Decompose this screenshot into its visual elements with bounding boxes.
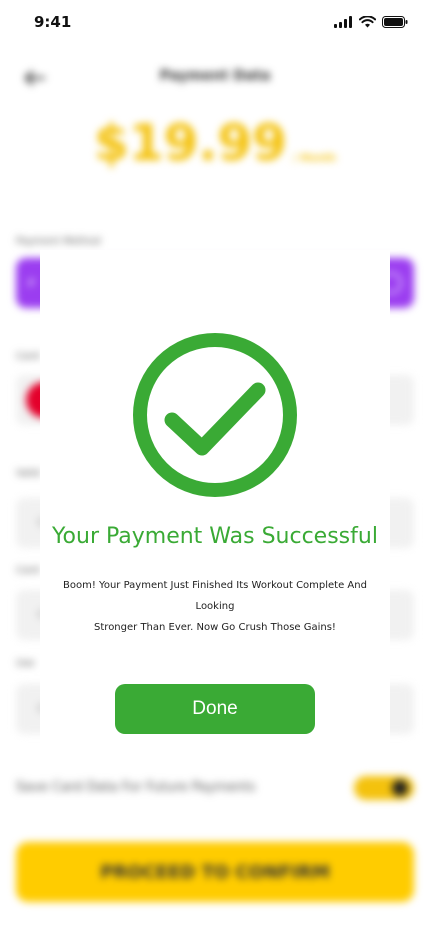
save-card-toggle[interactable] [354, 776, 414, 800]
wifi-icon [359, 16, 376, 28]
status-icons [334, 16, 408, 28]
valid-label: Valid [16, 468, 41, 479]
toggle-knob [392, 780, 408, 796]
payment-success-modal: Your Payment Was Successful Boom! Your P… [40, 250, 390, 760]
done-button[interactable]: Done [115, 684, 315, 734]
signal-icon [334, 16, 352, 28]
success-message: Boom! Your Payment Just Finished Its Wor… [54, 575, 376, 638]
battery-icon [382, 16, 408, 28]
success-title: Your Payment Was Successful [52, 524, 378, 549]
page-title: Payment Data [159, 68, 271, 84]
payment-screen: 9:41 Payment Data $19.99 / Month Payment… [0, 0, 430, 932]
price-display: $19.99 / Month [0, 118, 430, 168]
success-message-line-1: Boom! Your Payment Just Finished Its Wor… [63, 580, 367, 612]
payment-method-label: Payment Method [16, 236, 101, 247]
proceed-to-confirm-button[interactable]: PROCEED TO CONFIRM [16, 842, 414, 902]
save-card-label: Save Card Data For Future Payments [16, 780, 256, 795]
status-bar: 9:41 [0, 0, 430, 46]
payment-method-text: P [28, 277, 35, 290]
check-circle-icon [133, 333, 297, 497]
use-label: Use [16, 658, 35, 669]
status-time: 9:41 [34, 13, 72, 31]
success-message-line-2: Stronger Than Ever. Now Go Crush Those G… [94, 622, 336, 633]
card-label: Card [16, 351, 40, 362]
card-holder-label: Card [16, 565, 40, 576]
price-period: / Month [292, 153, 336, 164]
price-amount: $19.99 [94, 114, 287, 172]
